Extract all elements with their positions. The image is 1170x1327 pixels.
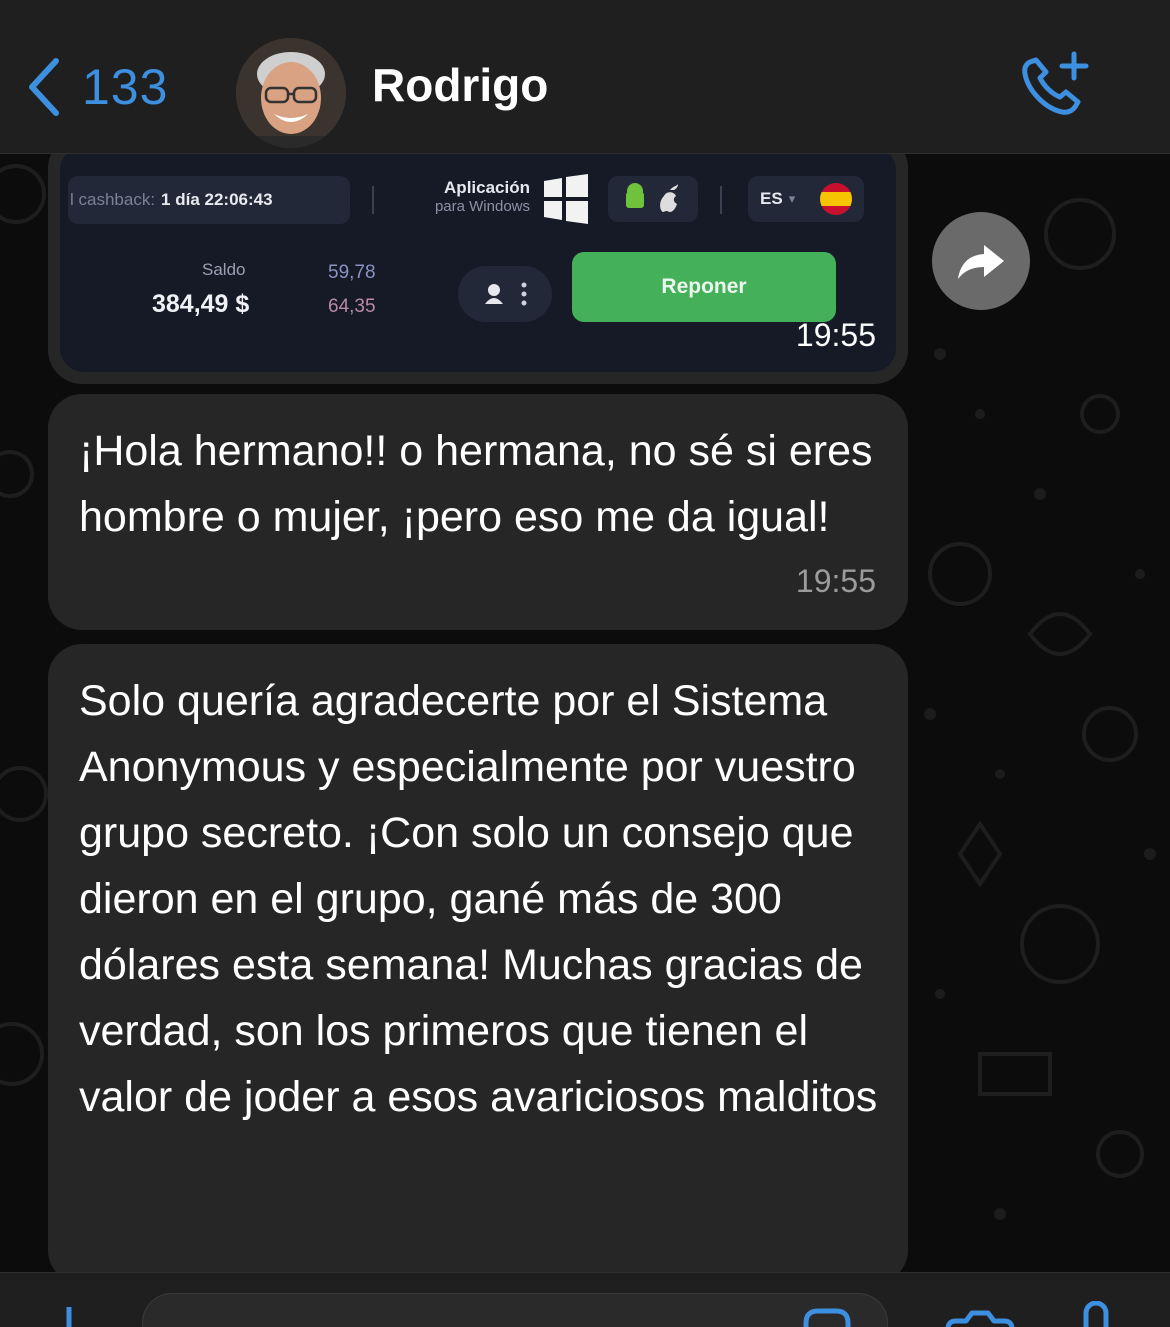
screenshot-image[interactable]: l cashback: 1 día 22:06:43 Aplicación pa…	[60, 154, 896, 372]
language-code: ES	[760, 189, 783, 208]
cashback-value: 1 día 22:06:43	[161, 190, 273, 209]
back-button[interactable]: 133	[24, 52, 168, 122]
message-time: 19:55	[795, 563, 876, 599]
user-icon	[485, 282, 527, 306]
language-selector: ES ▾	[748, 176, 864, 222]
message-bubble[interactable]: Solo quería agradecerte por el Sistema A…	[48, 644, 908, 1272]
sub-value-2: 64,35	[328, 296, 376, 317]
screenshot-balance-bar: Saldo 384,49 $ 59,78 64,35 Reponer	[68, 246, 888, 336]
divider	[372, 186, 374, 214]
avatar[interactable]	[236, 38, 346, 148]
message-bubble[interactable]: ¡Hola hermano!! o hermana, no sé si eres…	[48, 394, 908, 630]
forward-button[interactable]	[932, 212, 1030, 310]
contact-name[interactable]: Rodrigo	[372, 58, 548, 112]
divider	[720, 186, 722, 214]
sub-value-1: 59,78	[328, 262, 376, 283]
message-list[interactable]: l cashback: 1 día 22:06:43 Aplicación pa…	[0, 154, 1170, 1272]
message-text: Solo quería agradecerte por el Sistema A…	[79, 677, 878, 1121]
message-composer	[0, 1272, 1170, 1327]
user-menu	[458, 266, 552, 322]
spain-flag-icon	[820, 183, 852, 215]
chevron-left-icon	[29, 58, 59, 116]
reponer-button: Reponer	[572, 252, 836, 322]
unread-count: 133	[82, 59, 169, 115]
message-input[interactable]	[142, 1293, 888, 1327]
screenshot-topbar: l cashback: 1 día 22:06:43 Aplicación pa…	[68, 170, 888, 230]
plus-icon[interactable]	[54, 1307, 84, 1327]
android-apple-icons	[626, 183, 678, 212]
windows-icon	[544, 174, 588, 224]
forward-icon	[958, 245, 1004, 279]
message-time: 19:55	[795, 317, 876, 353]
app-label: Aplicación para Windows	[390, 178, 530, 215]
image-message[interactable]: l cashback: 1 día 22:06:43 Aplicación pa…	[48, 154, 908, 384]
app-label-line1: Aplicación	[444, 178, 530, 197]
phone-add-icon[interactable]	[1018, 50, 1094, 120]
os-box	[608, 176, 698, 222]
saldo-label: Saldo	[202, 260, 246, 279]
app-label-line2: para Windows	[434, 198, 530, 215]
saldo-value: 384,49 $	[152, 290, 250, 318]
sticker-icon[interactable]	[800, 1305, 854, 1327]
chat-screen: 133 Rodrigo l cashback: 1 día 22:06:43 A…	[0, 0, 1170, 1327]
contact-photo	[236, 38, 346, 148]
microphone-icon[interactable]	[1078, 1301, 1114, 1327]
chevron-down-icon: ▾	[788, 191, 796, 206]
chat-header: 133 Rodrigo	[0, 0, 1170, 154]
cashback-label: l cashback:	[70, 190, 156, 209]
camera-icon[interactable]	[944, 1307, 1016, 1327]
message-text: ¡Hola hermano!! o hermana, no sé si eres…	[79, 427, 873, 541]
cashback-box: l cashback: 1 día 22:06:43	[68, 176, 350, 224]
